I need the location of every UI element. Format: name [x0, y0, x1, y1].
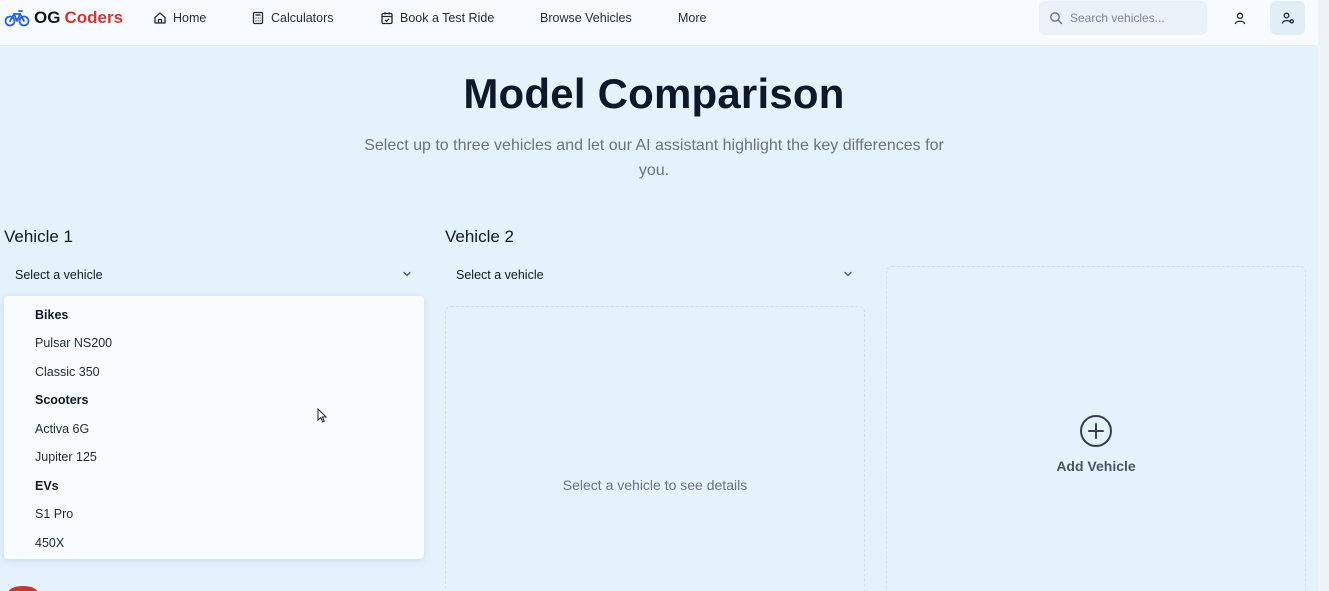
nav-book-test-ride-label: Book a Test Ride	[400, 11, 495, 25]
nav-calculators-label: Calculators	[271, 11, 334, 25]
page-subtitle: Select up to three vehicles and let our …	[364, 137, 944, 179]
nav-calculators[interactable]: Calculators	[251, 9, 334, 27]
nav-more-label: More	[678, 11, 707, 25]
brand-logo[interactable]: OG Coders	[4, 8, 123, 28]
scrollbar-track[interactable]	[1318, 0, 1329, 591]
top-navbar: OG Coders Home Calculators Book a Test R…	[0, 0, 1318, 46]
vehicle-2-details-card: Select a vehicle to see details	[445, 306, 865, 591]
calendar-icon	[381, 12, 393, 25]
dropdown-option[interactable]: Pulsar NS200	[35, 336, 112, 350]
dropdown-option[interactable]: Classic 350	[35, 365, 100, 379]
search-box[interactable]	[1039, 1, 1207, 35]
vehicle-2-empty-text: Select a vehicle to see details	[562, 477, 748, 493]
mouse-cursor-icon	[317, 408, 327, 423]
nav-home[interactable]: Home	[153, 9, 206, 27]
bicycle-icon	[4, 10, 30, 27]
add-vehicle-card[interactable]: Add Vehicle	[886, 266, 1306, 591]
dropdown-group-bikes: Bikes	[35, 308, 69, 322]
user-button[interactable]	[1222, 1, 1257, 35]
vehicle-1-label: Vehicle 1	[4, 227, 73, 246]
user-icon	[1234, 12, 1245, 25]
chevron-down-icon	[844, 271, 852, 277]
home-icon	[154, 12, 166, 24]
dropdown-option[interactable]: S1 Pro	[35, 507, 73, 521]
search-input[interactable]	[1070, 11, 1198, 25]
dropdown-option[interactable]: Jupiter 125	[35, 450, 97, 464]
dropdown-group-scooters: Scooters	[35, 393, 89, 407]
add-vehicle-label: Add Vehicle	[1056, 458, 1136, 474]
dropdown-option[interactable]: Activa 6G	[35, 422, 89, 436]
vehicle-2-label: Vehicle 2	[445, 227, 514, 246]
nav-browse-vehicles-label: Browse Vehicles	[540, 11, 632, 25]
brand-name-coders: Coders	[64, 8, 124, 27]
chevron-down-icon	[403, 271, 411, 277]
nav-browse-vehicles[interactable]: Browse Vehicles	[540, 9, 632, 27]
search-icon	[1050, 12, 1063, 25]
calculator-icon	[252, 11, 264, 25]
page-title: Model Comparison	[463, 70, 845, 117]
nav-home-label: Home	[173, 11, 207, 25]
dropdown-option[interactable]: 450X	[35, 536, 64, 550]
brand-name-og: OG	[34, 8, 61, 27]
nav-more[interactable]: More	[678, 9, 706, 27]
user-settings-button[interactable]	[1270, 1, 1305, 35]
plus-circle-icon	[1080, 415, 1112, 447]
vehicle-1-select[interactable]: Select a vehicle	[4, 258, 424, 291]
vehicle-1-dropdown-menu: Bikes Pulsar NS200 Classic 350 Scooters …	[4, 296, 424, 559]
vehicle-2-select-value: Select a vehicle	[456, 267, 544, 282]
vehicle-2-select[interactable]: Select a vehicle	[445, 258, 865, 291]
vehicle-image-thumbnail	[8, 586, 38, 591]
dropdown-group-evs: EVs	[35, 479, 59, 493]
vehicle-1-select-value: Select a vehicle	[15, 267, 103, 282]
user-settings-icon	[1281, 12, 1294, 24]
nav-book-test-ride[interactable]: Book a Test Ride	[380, 9, 494, 27]
